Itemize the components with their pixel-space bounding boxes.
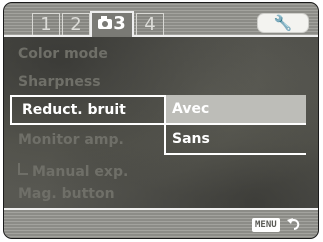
menu-item-manual-exp[interactable]: Manual exp.	[18, 163, 128, 180]
wrench-icon: 🔧	[273, 14, 293, 32]
tab-2[interactable]: 2	[62, 13, 90, 35]
option-sans[interactable]: Sans	[164, 125, 306, 155]
setup-tab[interactable]: 🔧	[257, 13, 309, 33]
tab-3[interactable]: 3	[90, 11, 134, 37]
tab-3-label: 3	[113, 13, 126, 34]
menu-item-sharpness[interactable]: Sharpness	[18, 74, 101, 90]
menu-button-badge[interactable]: MENU	[252, 218, 280, 232]
manual-exp-label: Manual exp.	[32, 164, 129, 180]
tab-4[interactable]: 4	[136, 13, 164, 35]
camera-menu-screen: 1 2 3 4 🔧 Color mode Sharpness Reduct. b…	[3, 2, 319, 239]
menu-item-reduct-bruit[interactable]: Reduct. bruit	[10, 95, 166, 125]
camera-icon	[98, 16, 113, 29]
options-dropdown: Avec Sans	[164, 95, 306, 155]
menu-item-monitor-amp[interactable]: Monitor amp.	[18, 132, 124, 148]
sub-item-corner-icon	[18, 163, 28, 175]
bottom-bar: MENU	[4, 208, 318, 238]
menu-item-color-mode[interactable]: Color mode	[18, 46, 108, 62]
tab-bar: 1 2 3 4 🔧	[4, 3, 318, 37]
return-arrow-icon[interactable]	[287, 215, 301, 233]
option-avec[interactable]: Avec	[164, 95, 306, 125]
tab-1[interactable]: 1	[32, 13, 60, 35]
menu-item-mag-button[interactable]: Mag. button	[18, 186, 115, 202]
